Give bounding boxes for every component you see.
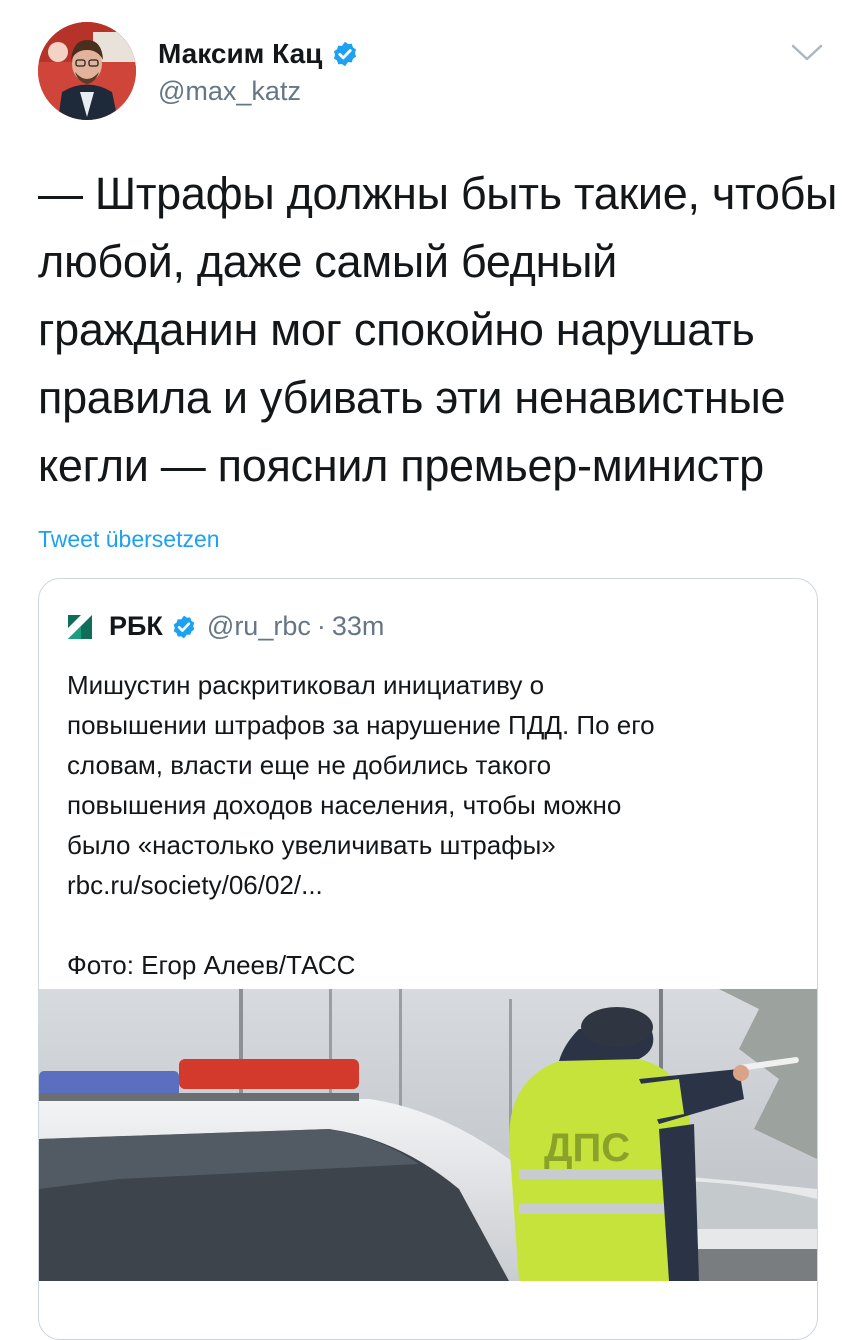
- quoted-line: было «настолько увеличивать штрафы»: [67, 830, 556, 860]
- chevron-down-icon[interactable]: [790, 42, 824, 64]
- quoted-tweet-text: Мишустин раскритиковал инициативу о повы…: [67, 665, 797, 985]
- quoted-tweet-time[interactable]: 33m: [332, 611, 385, 642]
- rbc-logo-icon: [68, 614, 92, 639]
- photo-credit: Фото: Егор Алеев/ТАСС: [67, 950, 356, 980]
- quoted-line: повышения доходов населения, чтобы можно: [67, 790, 622, 820]
- tweet-line: — Штрафы должны быть такие, чтобы: [38, 168, 838, 219]
- quoted-tweet-card[interactable]: РБК @ru_rbc · 33m Мишустин раскритиковал…: [38, 578, 818, 1340]
- tweet-line: любой, даже самый бедный: [38, 236, 618, 287]
- verified-badge-icon: [334, 41, 357, 67]
- vest-text: ДПС: [544, 1126, 630, 1170]
- quoted-line: повышении штрафов за нарушение ПДД. По е…: [67, 710, 655, 740]
- avatar-image: [38, 22, 136, 120]
- meta-separator: ·: [316, 611, 326, 641]
- quoted-tweet-photo[interactable]: ДПС: [39, 989, 817, 1281]
- translate-tweet-link[interactable]: Tweet übersetzen: [38, 526, 220, 553]
- verified-badge-icon: [173, 615, 195, 638]
- author-handle[interactable]: @max_katz: [158, 76, 301, 107]
- quoted-line: словам, власти еще не добились такого: [67, 750, 552, 780]
- tweet-text: — Штрафы должны быть такие, чтобы любой,…: [38, 160, 838, 500]
- tweet-line: правила и убивать эти ненавистные: [38, 372, 786, 423]
- quoted-author-name[interactable]: РБК: [109, 611, 163, 642]
- quoted-line: Мишустин раскритиковал инициативу о: [67, 670, 545, 700]
- tweet-line: кегли — пояснил премьер-министр: [38, 440, 764, 491]
- quoted-author-handle[interactable]: @ru_rbc: [207, 611, 311, 642]
- traffic-police-photo: ДПС: [39, 989, 817, 1281]
- author-name[interactable]: Максим Кац: [158, 38, 359, 70]
- quoted-link[interactable]: rbc.ru/society/06/02/...: [67, 865, 797, 905]
- quoted-tweet-header: РБК @ru_rbc · 33m: [67, 611, 384, 642]
- tweet-line: гражданин мог спокойно нарушать: [38, 304, 755, 355]
- avatar[interactable]: [38, 22, 136, 120]
- author-name-text: Максим Кац: [158, 38, 323, 69]
